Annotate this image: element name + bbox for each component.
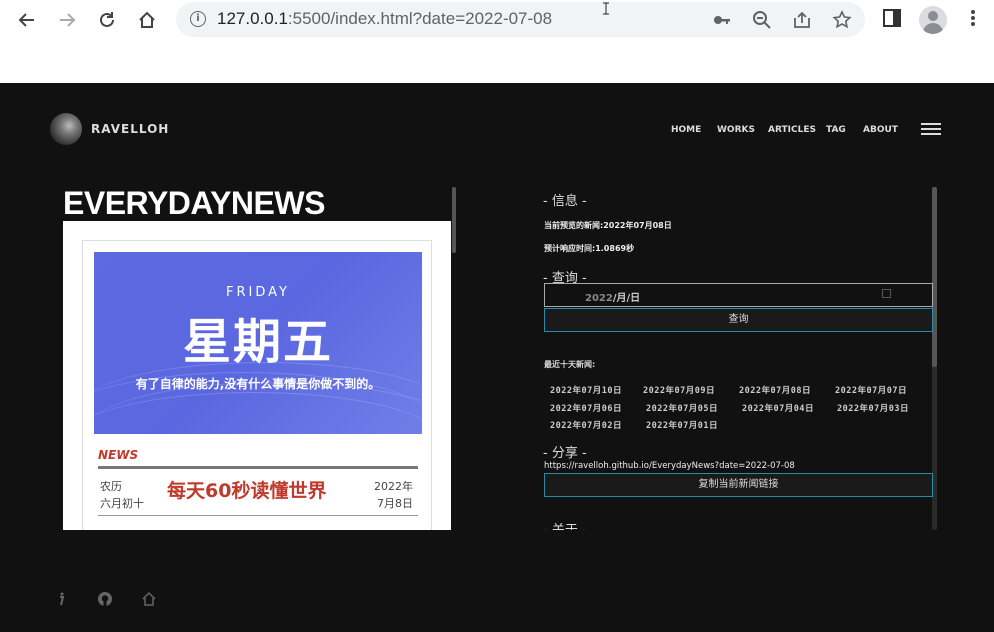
home-icon[interactable] — [141, 591, 157, 607]
profile-avatar[interactable] — [919, 6, 947, 34]
reload-icon[interactable] — [95, 8, 119, 32]
recent-label: 最近十天新闻: — [544, 360, 596, 369]
share-url[interactable]: https://ravelloh.github.io/EverydayNews?… — [544, 461, 795, 471]
lunar-label: 农历 — [100, 480, 122, 493]
kebab-menu-icon[interactable] — [961, 8, 985, 32]
response-value: 1.0869秒 — [595, 244, 635, 253]
divider — [98, 466, 418, 469]
date-placeholder: 2022/月/日 — [585, 289, 640, 304]
news-month-day: 7月8日 — [377, 497, 413, 510]
side-panel-icon[interactable] — [880, 8, 904, 32]
query-button[interactable]: 查询 — [544, 308, 933, 332]
preview-label: 当前预览的新闻: — [544, 221, 604, 230]
url-text[interactable]: 127.0.0.1:5500/index.html?date=2022-07-0… — [217, 9, 552, 29]
divider — [98, 515, 418, 516]
address-bar[interactable]: i 127.0.0.1:5500/index.html?date=2022-07… — [176, 2, 865, 37]
site-page: RAVELLOH HOME WORKS ARTICLES TAG ABOUT E… — [0, 83, 994, 632]
text-cursor-icon — [603, 0, 609, 15]
info-icon[interactable] — [53, 591, 69, 607]
day-banner: FRIDAY 星期五 有了自律的能力,没有什么事情是你做不到的。 — [94, 252, 422, 434]
nav-home[interactable]: HOME — [671, 125, 701, 135]
recent-date-link[interactable]: 2022年07月09日 — [643, 384, 715, 396]
date-placeholder-year: 2022 — [585, 293, 613, 304]
response-label: 预计响应时间: — [544, 244, 596, 253]
weekday-cn: 星期五 — [182, 314, 333, 370]
url-host: 127.0.0.1 — [217, 9, 288, 28]
url-path: :5500/index.html?date=2022-07-08 — [287, 9, 553, 28]
daily-quote: 有了自律的能力,没有什么事情是你做不到的。 — [135, 377, 381, 391]
share-icon[interactable] — [792, 10, 812, 30]
recent-date-link[interactable]: 2022年07月06日 — [550, 402, 622, 414]
response-info: 预计响应时间:1.0869秒 — [544, 243, 634, 254]
nav-about[interactable]: ABOUT — [863, 125, 898, 135]
forward-arrow-icon[interactable] — [55, 8, 79, 32]
home-icon[interactable] — [135, 8, 159, 32]
info-heading: - 信息 - — [543, 194, 587, 209]
github-icon[interactable] — [97, 591, 113, 607]
recent-date-link[interactable]: 2022年07月08日 — [739, 384, 811, 396]
share-heading: - 分享 - — [543, 446, 587, 461]
hamburger-menu-icon[interactable] — [921, 123, 941, 137]
page-title: EVERYDAYNEWS — [63, 185, 325, 221]
nav-articles[interactable]: ARTICLES — [768, 125, 816, 135]
nav-tag[interactable]: TAG — [826, 125, 846, 135]
zoom-out-icon[interactable] — [752, 10, 772, 30]
star-icon[interactable] — [832, 10, 852, 30]
about-heading: - 关于 - — [543, 519, 587, 530]
recent-date-link[interactable]: 2022年07月10日 — [550, 384, 622, 396]
date-placeholder-rest: /月/日 — [612, 293, 641, 304]
key-icon[interactable] — [712, 10, 732, 30]
copy-link-button[interactable]: 复制当前新闻链接 — [544, 473, 933, 497]
date-input[interactable]: 2022/月/日 — [544, 283, 933, 307]
calendar-icon[interactable] — [882, 289, 891, 298]
preview-value: 2022年07月08日 — [603, 221, 672, 230]
news-year: 2022年 — [374, 480, 413, 493]
preview-info: 当前预览的新闻:2022年07月08日 — [544, 220, 672, 231]
site-info-icon[interactable]: i — [190, 11, 206, 27]
news-label: NEWS — [98, 448, 139, 462]
browser-chrome: i 127.0.0.1:5500/index.html?date=2022-07… — [0, 0, 994, 83]
recent-date-link[interactable]: 2022年07月04日 — [742, 402, 814, 414]
weekday-en: FRIDAY — [226, 285, 290, 300]
recent-date-link[interactable]: 2022年07月01日 — [646, 419, 718, 431]
logo-text[interactable]: RAVELLOH — [91, 122, 169, 136]
recent-date-link[interactable]: 2022年07月07日 — [835, 384, 907, 396]
side-panel: - 信息 - 当前预览的新闻:2022年07月08日 预计响应时间:1.0869… — [543, 187, 935, 530]
back-arrow-icon[interactable] — [15, 8, 39, 32]
lunar-date: 六月初十 — [100, 497, 144, 510]
recent-date-link[interactable]: 2022年07月03日 — [837, 402, 909, 414]
logo-avatar[interactable] — [50, 113, 82, 145]
news-image-card: FRIDAY 星期五 有了自律的能力,没有什么事情是你做不到的。 NEWS 农历… — [63, 221, 451, 530]
nav-works[interactable]: WORKS — [717, 125, 755, 135]
news-card-frame: FRIDAY 星期五 有了自律的能力,没有什么事情是你做不到的。 NEWS 农历… — [82, 240, 432, 530]
recent-date-link[interactable]: 2022年07月02日 — [550, 419, 622, 431]
card-scrollbar[interactable] — [452, 187, 456, 253]
recent-date-link[interactable]: 2022年07月05日 — [646, 402, 718, 414]
browser-toolbar: i 127.0.0.1:5500/index.html?date=2022-07… — [0, 0, 994, 40]
news-title: 每天60秒读懂世界 — [167, 480, 327, 502]
